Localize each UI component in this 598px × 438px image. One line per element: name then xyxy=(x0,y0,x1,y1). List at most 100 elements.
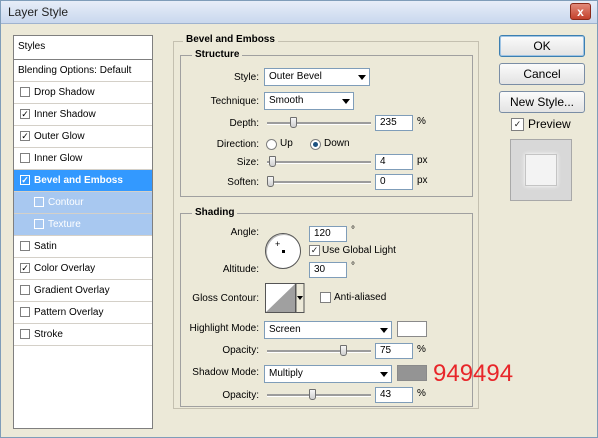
cancel-button[interactable]: Cancel xyxy=(499,63,585,85)
technique-select[interactable]: Smooth xyxy=(264,92,354,110)
style-item-color-overlay[interactable]: ✓ Color Overlay xyxy=(14,258,152,280)
shadow-color-swatch[interactable] xyxy=(397,365,427,381)
style-item-label: Drop Shadow xyxy=(34,87,95,98)
style-item-texture[interactable]: Texture xyxy=(14,214,152,236)
altitude-field[interactable]: 30 xyxy=(309,262,347,278)
direction-label: Direction: xyxy=(216,139,259,150)
highlight-mode-select[interactable]: Screen xyxy=(264,321,392,339)
depth-value: 235 xyxy=(380,117,397,128)
style-item-checkbox[interactable]: ✓ xyxy=(20,175,30,185)
slider-track xyxy=(267,161,371,164)
style-item-checkbox[interactable]: ✓ xyxy=(20,131,30,141)
style-item-bevel-and-emboss[interactable]: ✓ Bevel and Emboss xyxy=(14,170,152,192)
highlight-opacity-slider[interactable] xyxy=(267,345,371,357)
styles-header-label: Styles xyxy=(18,41,46,52)
preview-thumbnail xyxy=(510,139,572,201)
style-item-inner-shadow[interactable]: ✓ Inner Shadow xyxy=(14,104,152,126)
style-item-checkbox[interactable] xyxy=(20,153,30,163)
shadow-opacity-slider[interactable] xyxy=(267,389,371,401)
global-light-label: Use Global Light xyxy=(322,245,396,256)
style-item-stroke[interactable]: Stroke xyxy=(14,324,152,346)
style-select-value: Outer Bevel xyxy=(269,71,322,82)
technique-select-value: Smooth xyxy=(269,95,304,106)
style-item-gradient-overlay[interactable]: Gradient Overlay xyxy=(14,280,152,302)
style-label: Style: xyxy=(233,72,259,83)
highlight-opacity-unit: % xyxy=(417,344,426,355)
slider-thumb[interactable] xyxy=(309,389,316,400)
shading-title: Shading xyxy=(192,207,238,218)
direction-down-label: Down xyxy=(324,138,350,149)
direction-up-label: Up xyxy=(280,138,293,149)
direction-up-radio[interactable] xyxy=(266,139,277,150)
soften-unit: px xyxy=(417,175,428,186)
soften-value: 0 xyxy=(380,176,386,187)
title-bar: Layer Style x xyxy=(1,1,597,24)
style-item-checkbox[interactable]: ✓ xyxy=(20,263,30,273)
highlight-color-swatch[interactable] xyxy=(397,321,427,337)
slider-thumb[interactable] xyxy=(340,345,347,356)
style-select[interactable]: Outer Bevel xyxy=(264,68,370,86)
style-item-inner-glow[interactable]: Inner Glow xyxy=(14,148,152,170)
shadow-color-annotation: 949494 xyxy=(433,360,514,387)
style-item-label: Outer Glow xyxy=(34,131,85,142)
size-slider[interactable] xyxy=(267,156,371,168)
slider-thumb[interactable] xyxy=(269,156,276,167)
slider-thumb[interactable] xyxy=(267,176,274,187)
anti-aliased-label: Anti-aliased xyxy=(334,292,387,303)
soften-slider[interactable] xyxy=(267,176,371,188)
anti-aliased-checkbox[interactable] xyxy=(320,292,331,303)
slider-track xyxy=(267,394,371,397)
angle-label: Angle: xyxy=(230,227,259,238)
technique-label: Technique: xyxy=(210,96,259,107)
style-item-checkbox[interactable] xyxy=(20,285,30,295)
slider-thumb[interactable] xyxy=(290,117,297,128)
style-item-label: Satin xyxy=(34,241,57,252)
style-item-drop-shadow[interactable]: Drop Shadow xyxy=(14,82,152,104)
shadow-mode-select[interactable]: Multiply xyxy=(264,365,392,383)
shadow-opacity-field[interactable]: 43 xyxy=(375,387,413,403)
size-field[interactable]: 4 xyxy=(375,154,413,170)
preview-label: Preview xyxy=(528,117,571,131)
highlight-opacity-field[interactable]: 75 xyxy=(375,343,413,359)
ok-button[interactable]: OK xyxy=(499,35,585,57)
ok-button-label: OK xyxy=(533,39,551,53)
style-item-checkbox[interactable] xyxy=(34,197,44,207)
style-item-label: Stroke xyxy=(34,329,63,340)
style-item-checkbox[interactable] xyxy=(20,307,30,317)
style-item-satin[interactable]: Satin xyxy=(14,236,152,258)
style-item-checkbox[interactable] xyxy=(20,87,30,97)
soften-field[interactable]: 0 xyxy=(375,174,413,190)
highlight-opacity-value: 75 xyxy=(380,345,392,356)
chevron-down-icon xyxy=(380,328,388,333)
style-item-label: Inner Glow xyxy=(34,153,83,164)
global-light-checkbox[interactable]: ✓ xyxy=(309,245,320,256)
style-item-checkbox[interactable] xyxy=(20,329,30,339)
styles-list-header[interactable]: Styles xyxy=(14,36,152,60)
size-value: 4 xyxy=(380,156,386,167)
direction-down-radio[interactable] xyxy=(310,139,321,150)
close-button[interactable]: x xyxy=(570,3,591,20)
preview-checkbox[interactable]: ✓ xyxy=(511,118,524,131)
depth-slider[interactable] xyxy=(267,117,371,129)
style-item-pattern-overlay[interactable]: Pattern Overlay xyxy=(14,302,152,324)
style-item-contour[interactable]: Contour xyxy=(14,192,152,214)
chevron-down-icon xyxy=(342,99,350,104)
slider-track xyxy=(267,181,371,184)
new-style-button[interactable]: New Style... xyxy=(499,91,585,113)
style-item-blending-options-default[interactable]: Blending Options: Default xyxy=(14,60,152,82)
angle-field[interactable]: 120 xyxy=(309,226,347,242)
highlight-mode-label: Highlight Mode: xyxy=(189,323,259,334)
cancel-button-label: Cancel xyxy=(523,67,561,81)
style-item-checkbox[interactable] xyxy=(34,219,44,229)
depth-field[interactable]: 235 xyxy=(375,115,413,131)
gloss-contour-picker[interactable] xyxy=(265,283,305,313)
style-item-checkbox[interactable] xyxy=(20,241,30,251)
angle-dial[interactable]: + xyxy=(265,233,301,269)
checkmark-icon: ✓ xyxy=(310,245,319,255)
style-item-checkbox[interactable]: ✓ xyxy=(20,109,30,119)
altitude-label: Altitude: xyxy=(222,264,259,275)
angle-center-dot xyxy=(282,250,285,253)
gloss-contour-label: Gloss Contour: xyxy=(192,293,259,304)
style-item-outer-glow[interactable]: ✓ Outer Glow xyxy=(14,126,152,148)
structure-title: Structure xyxy=(192,49,243,60)
